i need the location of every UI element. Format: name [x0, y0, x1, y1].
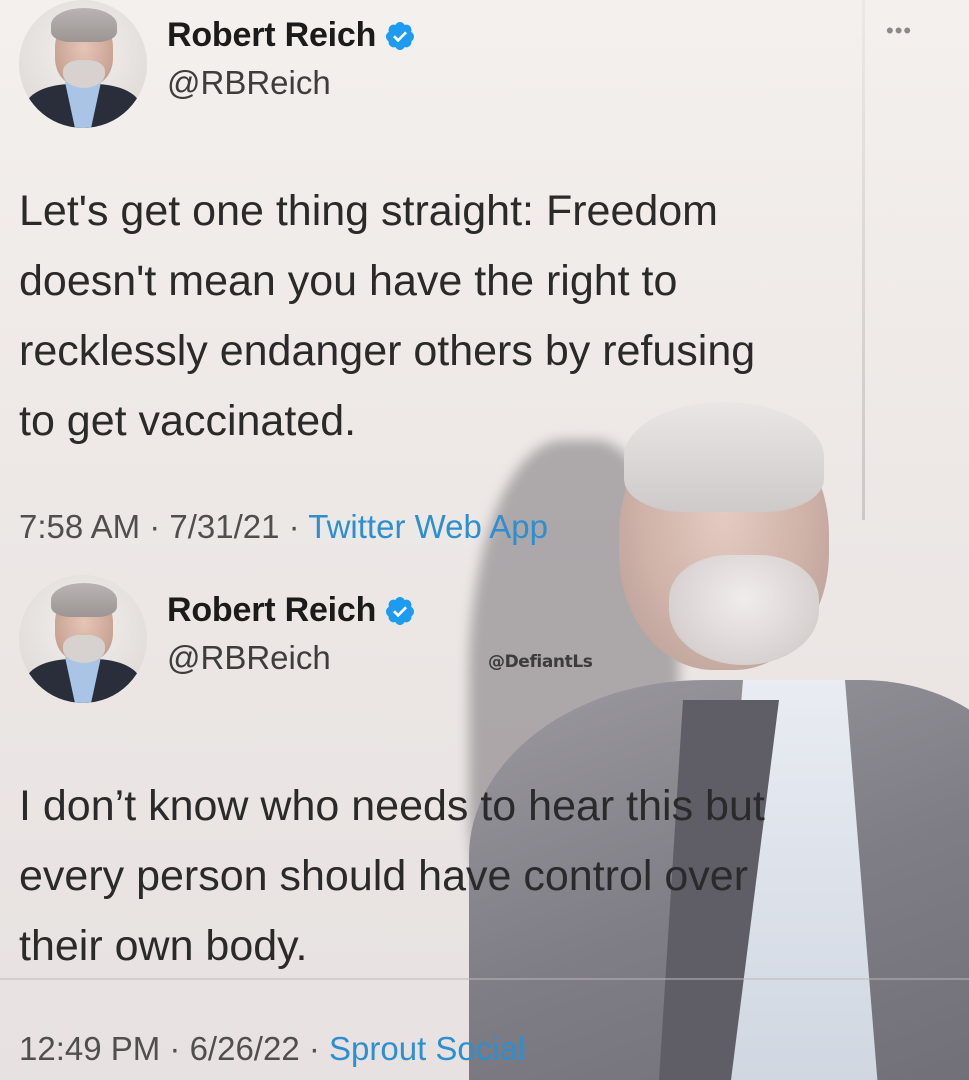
tweet-source[interactable]: Twitter Web App	[308, 508, 548, 545]
display-name[interactable]: Robert Reich	[167, 16, 376, 55]
tweet-card: Robert Reich @RBReich ••• Let's get one …	[0, 0, 969, 570]
tweet-source[interactable]: Sprout Social	[329, 1030, 525, 1067]
tweet-meta: 12:49 PM · 6/26/22 · Sprout Social	[19, 1030, 525, 1068]
name-row: Robert Reich	[167, 16, 416, 55]
tweet-date[interactable]: 6/26/22	[190, 1030, 300, 1067]
name-row: Robert Reich	[167, 591, 416, 630]
meta-separator: ·	[279, 508, 309, 545]
tweet-time[interactable]: 7:58 AM	[19, 508, 140, 545]
tweet-card: Robert Reich @RBReich I don’t know who n…	[0, 575, 969, 1080]
verified-badge-icon	[386, 596, 415, 625]
more-options-icon[interactable]: •••	[886, 18, 912, 44]
meta-separator: ·	[140, 508, 170, 545]
tweet-header: Robert Reich @RBReich	[0, 575, 969, 705]
tweet-text: I don’t know who needs to hear this but …	[19, 782, 765, 970]
divider	[0, 978, 969, 980]
tweet-header: Robert Reich @RBReich •••	[0, 0, 969, 130]
handle[interactable]: @RBReich	[167, 639, 331, 677]
handle[interactable]: @RBReich	[167, 64, 331, 102]
watermark: @DefiantLs	[488, 652, 593, 672]
display-name[interactable]: Robert Reich	[167, 591, 376, 630]
tweet-meta: 7:58 AM · 7/31/21 · Twitter Web App	[19, 508, 548, 546]
tweet-time[interactable]: 12:49 PM	[19, 1030, 160, 1067]
meta-separator: ·	[299, 1030, 330, 1067]
avatar[interactable]	[19, 575, 147, 703]
verified-badge-icon	[386, 21, 415, 50]
tweet-date[interactable]: 7/31/21	[169, 508, 279, 545]
meta-separator: ·	[160, 1030, 190, 1067]
avatar[interactable]	[19, 0, 147, 128]
tweet-text: Let's get one thing straight: Freedom do…	[19, 187, 756, 445]
